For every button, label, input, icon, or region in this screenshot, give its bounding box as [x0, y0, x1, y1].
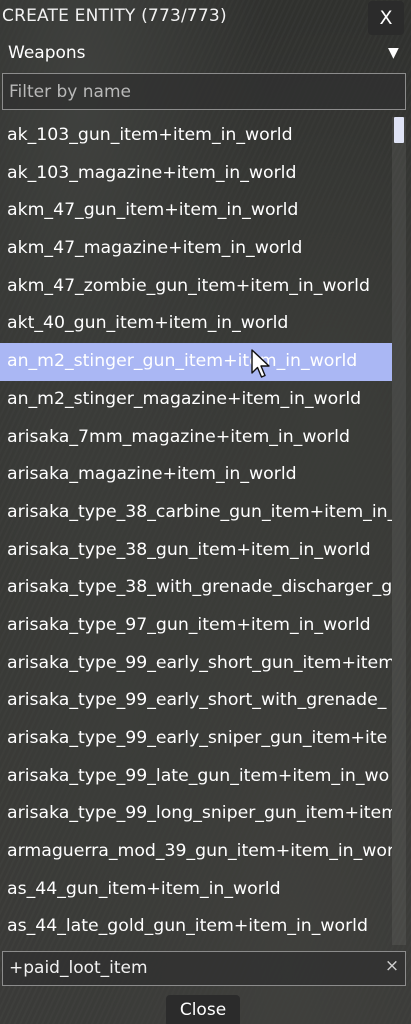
list-scrollbar[interactable]	[392, 117, 406, 945]
entity-list-item[interactable]: ak_103_magazine+item_in_world	[0, 155, 392, 193]
entity-list-item[interactable]: arisaka_type_99_early_sniper_gun_item+it…	[0, 720, 392, 758]
entity-list[interactable]: ak_103_gun_item+item_in_world ak_103_maga…	[0, 117, 392, 945]
entity-list-item[interactable]: arisaka_type_99_early_short_gun_item+ite…	[0, 645, 392, 683]
tag-filter-value: +paid_loot_item	[9, 958, 148, 978]
entity-list-item[interactable]: arisaka_type_99_early_short_with_grenade…	[0, 682, 392, 720]
window-title: CREATE ENTITY (773/773)	[2, 6, 227, 26]
entity-list-item[interactable]: akm_47_magazine+item_in_world	[0, 230, 392, 268]
entity-list-item[interactable]: an_m2_stinger_magazine+item_in_world	[0, 381, 392, 419]
entity-list-item[interactable]: arisaka_type_97_gun_item+item_in_world	[0, 607, 392, 645]
entity-list-item[interactable]: an_m2_stinger_gun_item+item_in_world	[0, 343, 392, 381]
title-bar: CREATE ENTITY (773/773) X	[0, 0, 411, 36]
category-selected-label: Weapons	[8, 43, 86, 63]
entity-list-item[interactable]: ak_103_gun_item+item_in_world	[0, 117, 392, 155]
entity-list-item[interactable]: arisaka_magazine+item_in_world	[0, 456, 392, 494]
entity-list-item[interactable]: arisaka_type_38_carbine_gun_item+item_in…	[0, 494, 392, 532]
tag-filter-field[interactable]: +paid_loot_item ×	[2, 951, 406, 986]
clear-icon[interactable]: ×	[383, 956, 401, 980]
entity-list-item[interactable]: as_44_late_gold_gun_item+item_in_world	[0, 908, 392, 945]
entity-list-item[interactable]: arisaka_type_38_gun_item+item_in_world	[0, 532, 392, 570]
mouse-pointer-icon	[251, 349, 270, 378]
close-window-button[interactable]: X	[368, 1, 404, 35]
entity-list-item[interactable]: arisaka_type_38_with_grenade_discharger_…	[0, 569, 392, 607]
entity-list-item[interactable]: arisaka_type_99_long_sniper_gun_item+ite…	[0, 795, 392, 833]
entity-list-item[interactable]: akt_40_gun_item+item_in_world	[0, 305, 392, 343]
filter-by-name-input[interactable]	[2, 73, 406, 110]
entity-list-item[interactable]: akm_47_gun_item+item_in_world	[0, 192, 392, 230]
create-entity-panel: CREATE ENTITY (773/773) X Weapons ▼ ak_1…	[0, 0, 411, 1024]
entity-list-item[interactable]: arisaka_type_99_late_gun_item+item_in_wo	[0, 758, 392, 796]
entity-list-item[interactable]: akm_47_zombie_gun_item+item_in_world	[0, 268, 392, 306]
close-button[interactable]: Close	[166, 995, 240, 1024]
entity-list-item[interactable]: arisaka_7mm_magazine+item_in_world	[0, 419, 392, 457]
category-dropdown[interactable]: Weapons ▼	[0, 38, 411, 70]
scrollbar-thumb[interactable]	[394, 117, 404, 143]
triangle-down-icon: ▼	[388, 45, 399, 61]
entity-list-item[interactable]: as_44_gun_item+item_in_world	[0, 871, 392, 909]
entity-list-item[interactable]: armaguerra_mod_39_gun_item+item_in_wor	[0, 833, 392, 871]
